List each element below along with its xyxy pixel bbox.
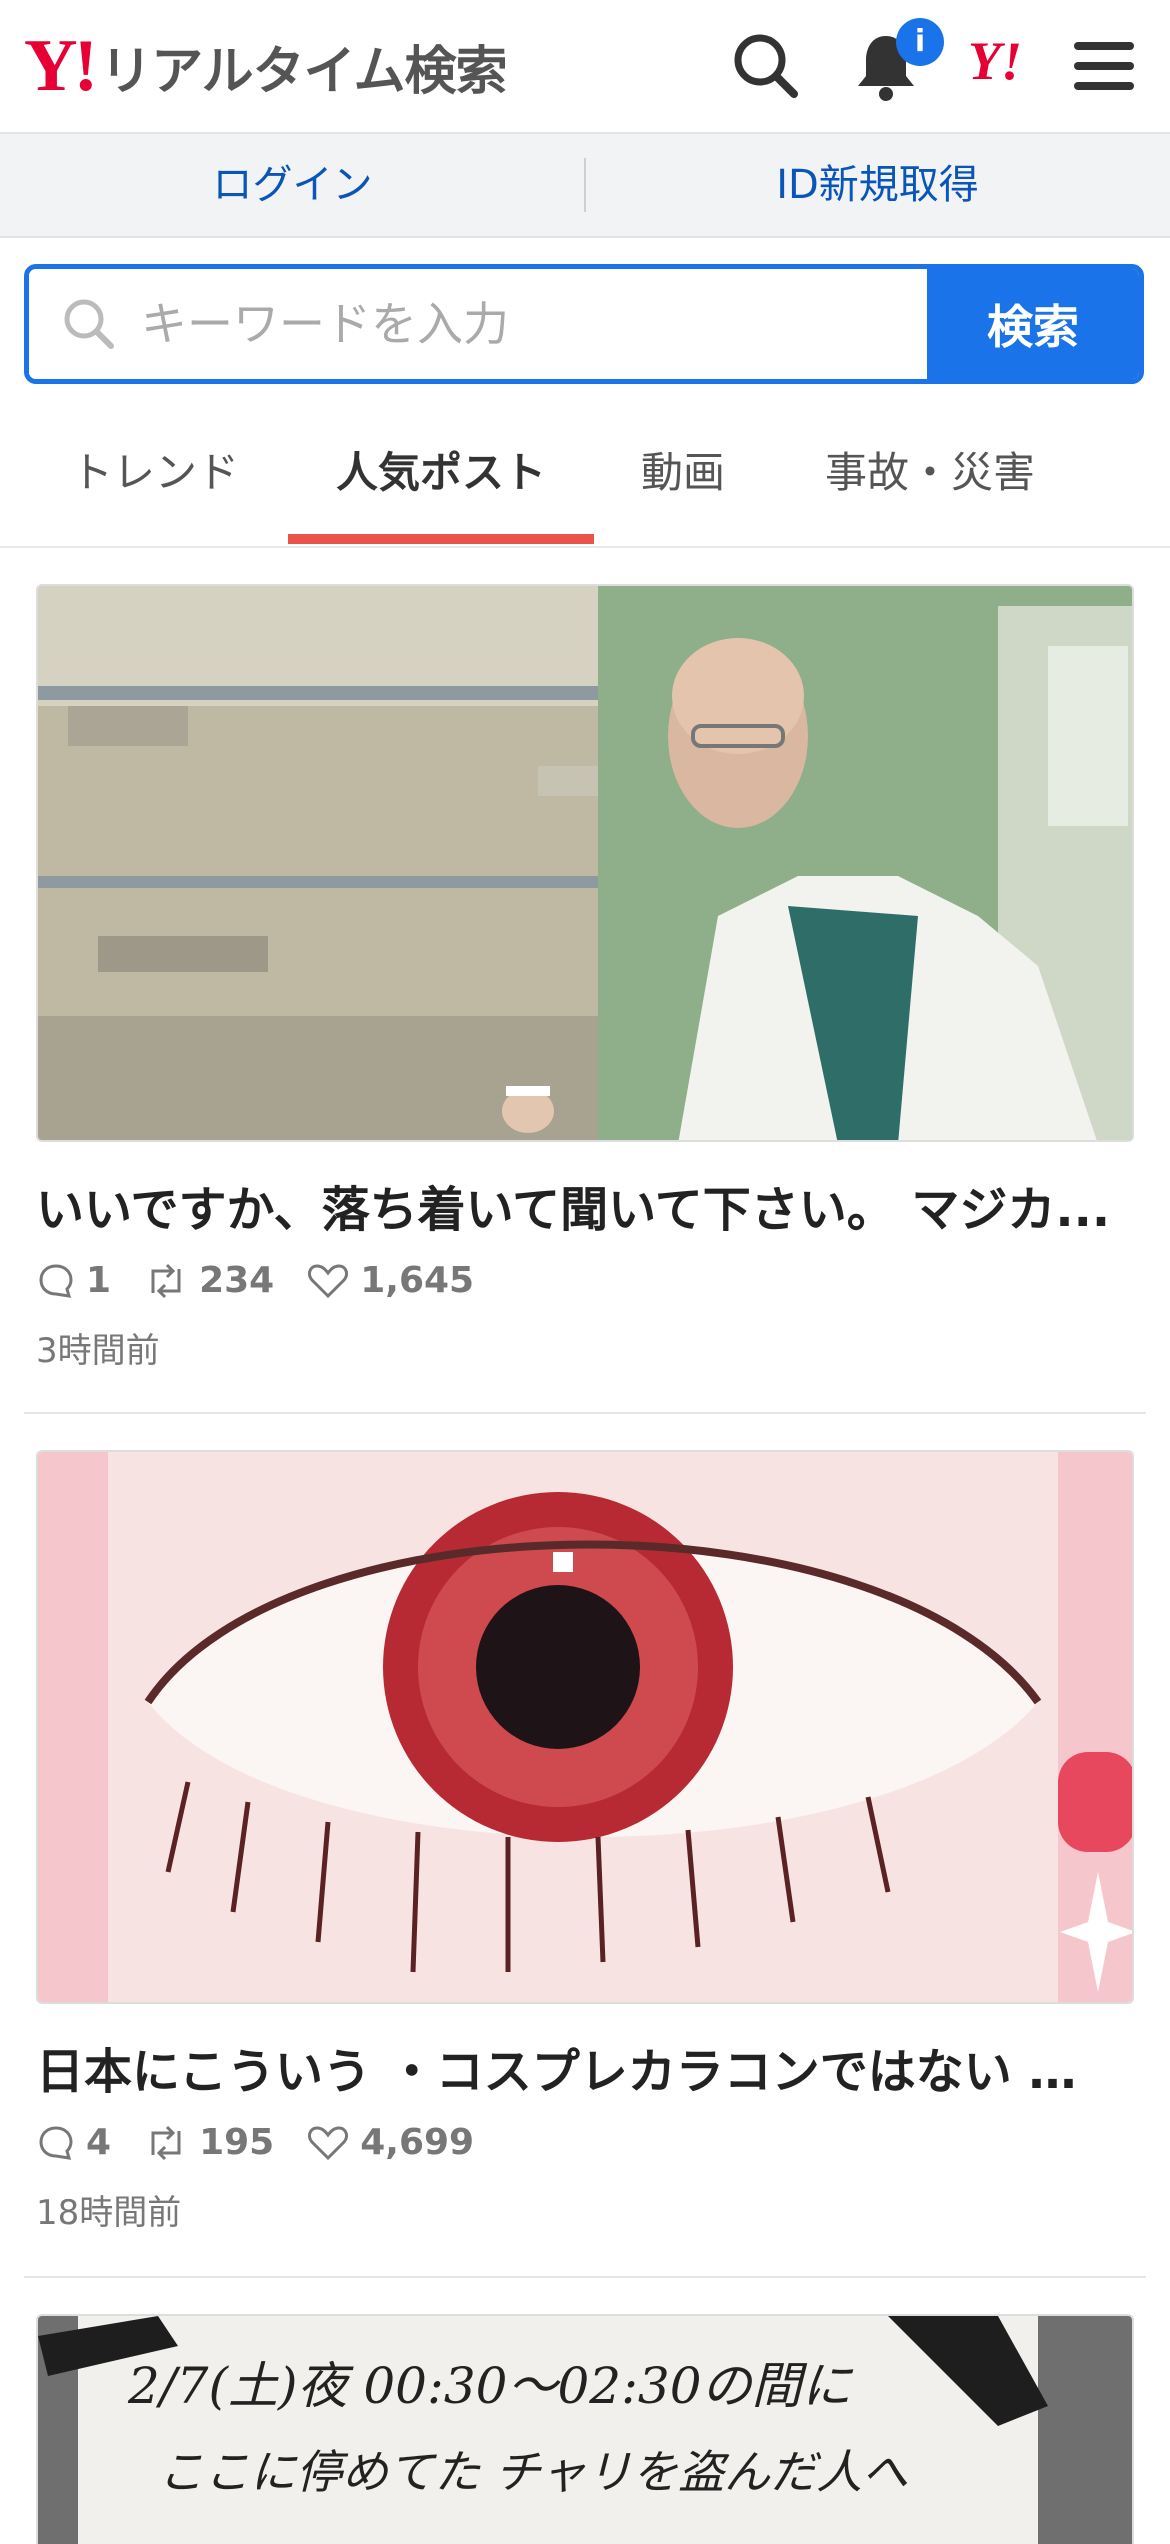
heart-icon	[308, 1263, 349, 1298]
search-button[interactable]: 検索	[927, 269, 1139, 379]
like-count[interactable]: 4,699	[306, 2122, 474, 2163]
post-image[interactable]	[36, 1450, 1134, 2004]
post-stats: 1 234 1,645	[36, 1260, 1134, 1301]
repost-count[interactable]: 234	[143, 1260, 274, 1301]
service-name: リアルタイム検索	[100, 41, 507, 102]
search-icon[interactable]	[726, 26, 806, 106]
notice-line-2: ここに停めてた チャリを盗んだ人へ	[158, 2445, 909, 2499]
auth-divider	[584, 158, 586, 212]
app-header: Y! リアルタイム検索 i Y!	[0, 0, 1170, 134]
reply-icon	[39, 2125, 73, 2160]
post-card[interactable]: 2/7(土)夜 00:30〜02:30の間に ここに停めてた チャリを盗んだ人へ	[36, 2314, 1134, 2544]
category-tabs: トレンド 人気ポスト 動画 事故・災害	[0, 400, 1170, 548]
reply-icon	[39, 1263, 73, 1298]
repost-count-value: 234	[199, 1260, 275, 1301]
register-link[interactable]: ID新規取得	[585, 134, 1170, 236]
post-title[interactable]: 日本にこういう ・コスプレカラコンではない ・...	[36, 2032, 1116, 2102]
like-count[interactable]: 1,645	[306, 1260, 474, 1301]
post-card[interactable]: いいですか、落ち着いて聞いて下さい。 マジカ... 1 234 1,645 3時…	[36, 584, 1134, 1372]
like-count-value: 4,699	[360, 2122, 475, 2163]
notice-line-1: 2/7(土)夜 00:30〜02:30の間に	[128, 2357, 852, 2415]
yahoo-realtime-logo[interactable]: Y! リアルタイム検索	[24, 25, 508, 107]
post-image[interactable]: 2/7(土)夜 00:30〜02:30の間に ここに停めてた チャリを盗んだ人へ	[36, 2314, 1134, 2544]
reply-count-value: 4	[86, 2122, 112, 2163]
post-image[interactable]	[36, 584, 1134, 1142]
red-eye-image	[38, 1452, 1132, 2002]
search-field-icon	[64, 299, 114, 349]
active-tab-indicator	[288, 534, 594, 544]
repost-count-value: 195	[199, 2122, 275, 2163]
notification-badge: i	[896, 18, 944, 66]
repost-count[interactable]: 195	[143, 2122, 274, 2163]
doctor-scene-image	[38, 586, 1132, 1140]
yahoo-japan-icon[interactable]: Y!	[968, 30, 1022, 92]
tab-popular-posts[interactable]: 人気ポスト	[288, 400, 594, 546]
yahoo-logo-mark: Y!	[24, 25, 98, 107]
search-bar: 検索	[24, 264, 1144, 384]
tab-videos[interactable]: 動画	[608, 400, 758, 546]
repost-icon	[151, 2125, 181, 2160]
search-field-wrapper	[29, 269, 927, 379]
post-time: 3時間前	[36, 1331, 160, 1371]
post-divider	[24, 1412, 1146, 1414]
auth-bar: ログイン ID新規取得	[0, 134, 1170, 238]
login-link[interactable]: ログイン	[0, 134, 585, 236]
heart-icon	[308, 2125, 349, 2160]
post-stats: 4 195 4,699	[36, 2122, 1134, 2163]
reply-count[interactable]: 4	[36, 2122, 111, 2163]
tab-trend[interactable]: トレンド	[40, 400, 270, 546]
post-card[interactable]: 日本にこういう ・コスプレカラコンではない ・... 4 195 4,699 1…	[36, 1450, 1134, 2234]
reply-count[interactable]: 1	[36, 1260, 111, 1301]
like-count-value: 1,645	[360, 1260, 475, 1301]
repost-icon	[151, 1263, 181, 1298]
reply-count-value: 1	[86, 1260, 112, 1301]
post-divider	[24, 2276, 1146, 2278]
post-time: 18時間前	[36, 2193, 182, 2233]
search-input[interactable]	[139, 296, 843, 352]
post-title[interactable]: いいですか、落ち着いて聞いて下さい。 マジカ...	[36, 1170, 1116, 1240]
tab-accidents-disasters[interactable]: 事故・災害	[790, 400, 1070, 546]
menu-icon[interactable]	[1064, 26, 1144, 106]
